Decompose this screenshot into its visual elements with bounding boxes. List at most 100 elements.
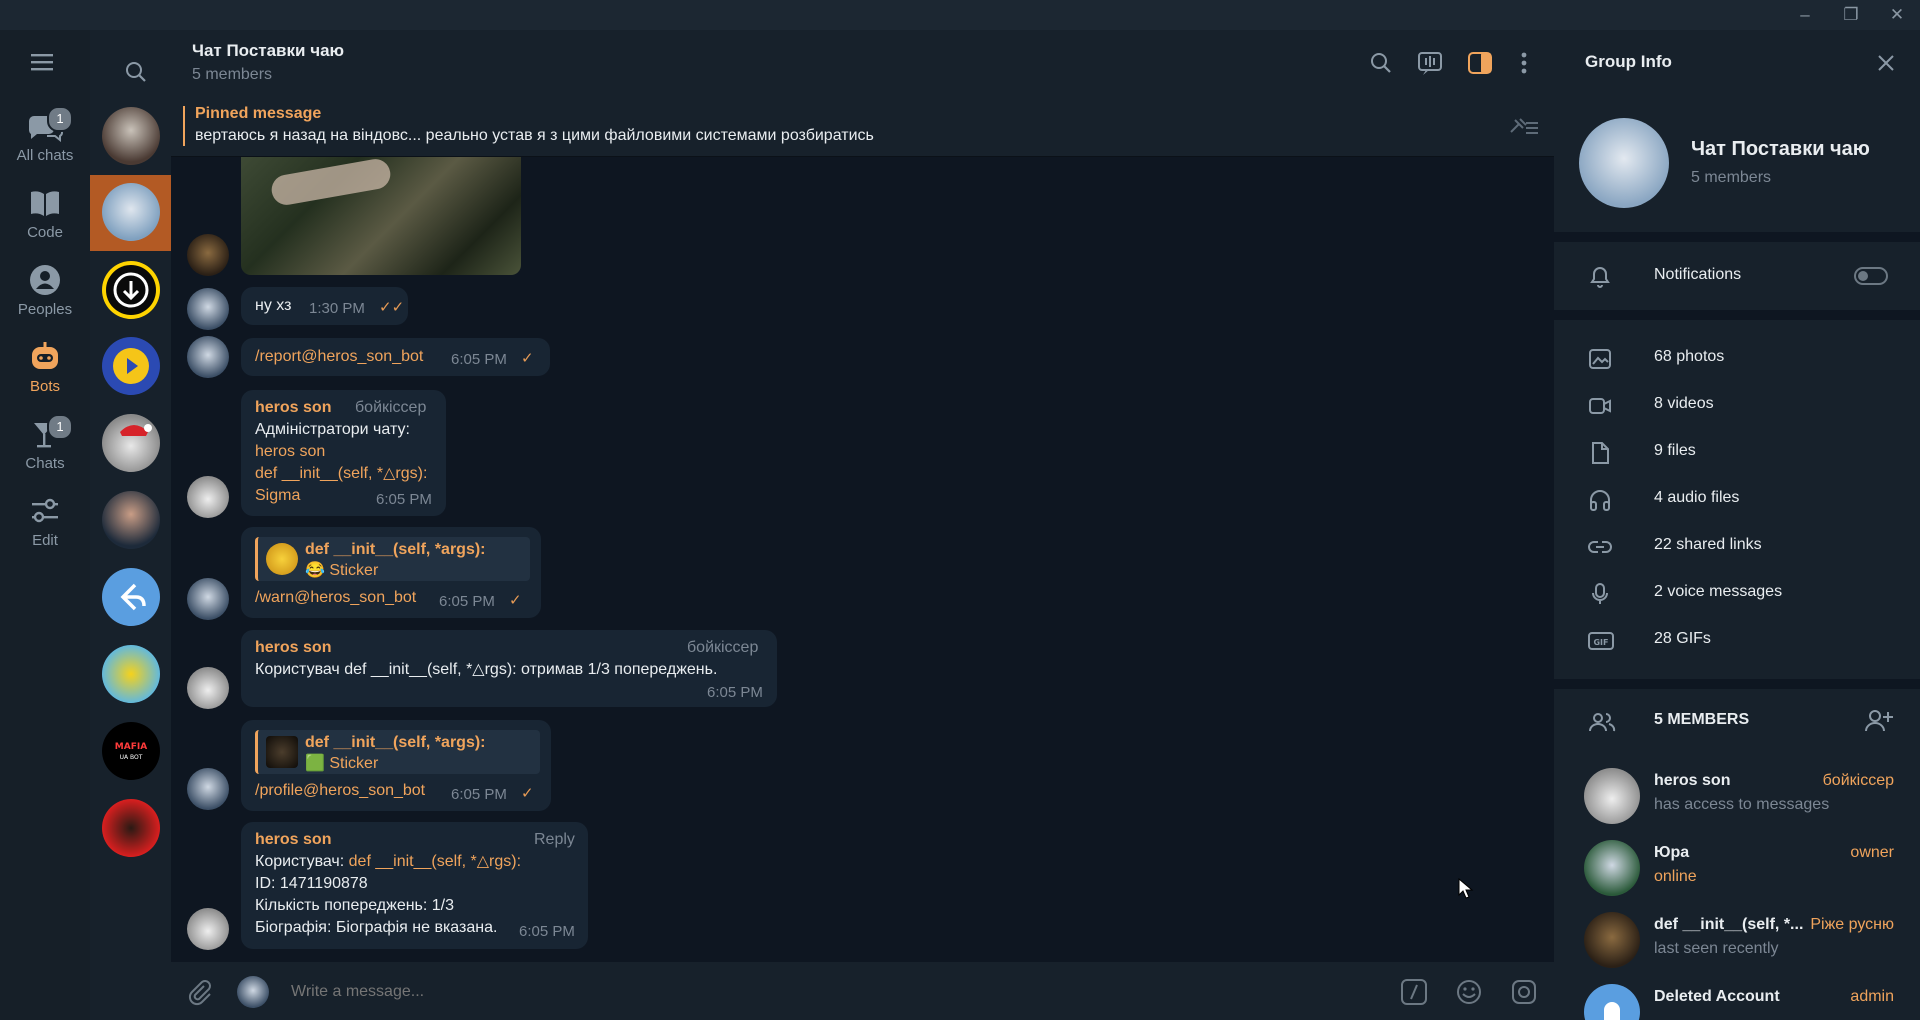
- add-member-icon[interactable]: [1863, 708, 1893, 734]
- media-voice-row[interactable]: 2 voice messages: [1554, 570, 1920, 616]
- notifications-row[interactable]: Notifications: [1554, 253, 1920, 299]
- folder-code[interactable]: Code: [0, 175, 90, 251]
- member-row[interactable]: Юра online owner: [1554, 832, 1920, 904]
- member-avatar: [1584, 912, 1640, 968]
- chat-avatar[interactable]: [102, 261, 160, 319]
- chat-avatar[interactable]: MAFIA UA BOT: [102, 722, 160, 780]
- restore-icon[interactable]: ❐: [1828, 0, 1874, 30]
- member-role: admin: [1850, 988, 1894, 1005]
- folder-label: Bots: [29, 378, 60, 395]
- sidebar-toggle-icon[interactable]: [1466, 50, 1494, 76]
- sender-name[interactable]: heros son: [255, 397, 331, 419]
- video-chat-icon[interactable]: [1416, 50, 1444, 76]
- chat-title[interactable]: Чат Поставки чаю: [192, 41, 344, 61]
- folder-edit[interactable]: Edit: [0, 483, 90, 559]
- chat-avatar[interactable]: [102, 337, 160, 395]
- sender-avatar[interactable]: [187, 234, 229, 276]
- pinned-message-bar[interactable]: Pinned message вертаюсь я назад на віндо…: [171, 98, 1554, 157]
- bot-command-link[interactable]: /report@heros_son_bot: [255, 346, 423, 368]
- search-icon[interactable]: [118, 54, 156, 92]
- folder-bots[interactable]: Bots: [0, 329, 90, 405]
- chat-avatar[interactable]: [102, 183, 160, 241]
- pinned-list-icon[interactable]: [1506, 114, 1542, 140]
- minimize-icon[interactable]: –: [1782, 0, 1828, 30]
- message-bubble[interactable]: heros son бойкіссер Адміністратори чату:…: [241, 390, 446, 516]
- message-bubble[interactable]: ну хз 1:30 PM ✓✓: [241, 287, 408, 325]
- media-audio-row[interactable]: 4 audio files: [1554, 476, 1920, 522]
- pinned-text: вертаюсь я назад на віндовс... реально у…: [195, 127, 874, 144]
- media-gifs-row[interactable]: GIF 28 GIFs: [1554, 617, 1920, 663]
- message-bubble[interactable]: def __init__(self, *args): 🟩 Sticker /pr…: [241, 720, 551, 811]
- photo-message[interactable]: [241, 157, 521, 275]
- sender-avatar[interactable]: [187, 288, 229, 330]
- message-time: 6:05 PM: [451, 351, 507, 368]
- sender-avatar[interactable]: [187, 578, 229, 620]
- sender-avatar[interactable]: [187, 476, 229, 518]
- more-vertical-icon[interactable]: [1514, 50, 1534, 76]
- reply-quote[interactable]: def __init__(self, *args): 🟩 Sticker: [255, 730, 540, 774]
- reply-label[interactable]: Reply: [534, 829, 575, 851]
- member-avatar: [1584, 984, 1640, 1020]
- notifications-label: Notifications: [1654, 266, 1742, 283]
- chat-avatar[interactable]: [102, 645, 160, 703]
- sender-avatar[interactable]: [187, 908, 229, 950]
- media-links-row[interactable]: 22 shared links: [1554, 523, 1920, 569]
- reply-quote[interactable]: def __init__(self, *args): 😂 Sticker: [255, 537, 530, 581]
- mention-link[interactable]: heros son: [255, 441, 325, 463]
- emoji-icon[interactable]: [1455, 978, 1483, 1006]
- chat-avatar[interactable]: [102, 568, 160, 626]
- camera-icon[interactable]: [1510, 978, 1538, 1006]
- mention-link[interactable]: def __init__(self, *△rgs):: [255, 463, 427, 485]
- folder-label: Chats: [25, 455, 65, 472]
- media-files-row[interactable]: 9 files: [1554, 429, 1920, 475]
- bot-commands-icon[interactable]: [1400, 978, 1428, 1006]
- member-status: has access to messages: [1654, 796, 1830, 813]
- chat-avatar[interactable]: [102, 491, 160, 549]
- folder-label: All chats: [16, 147, 74, 164]
- read-check-icon: ✓✓: [379, 299, 405, 316]
- media-photos-row[interactable]: 68 photos: [1554, 335, 1920, 381]
- sender-name[interactable]: heros son: [255, 637, 331, 659]
- mic-icon: [1588, 582, 1612, 606]
- reply-thumbnail: [266, 543, 298, 575]
- bot-command-link[interactable]: /warn@heros_son_bot: [255, 587, 416, 609]
- message-bubble[interactable]: /report@heros_son_bot 6:05 PM ✓: [241, 338, 550, 376]
- send-as-avatar[interactable]: [237, 976, 269, 1008]
- chat-avatar[interactable]: [102, 107, 160, 165]
- message-bubble[interactable]: heros son бойкіссер Користувач def __ini…: [241, 630, 777, 707]
- search-icon[interactable]: [1368, 50, 1394, 76]
- photo-icon: [1588, 347, 1612, 371]
- sender-name[interactable]: heros son: [255, 829, 331, 851]
- notifications-toggle[interactable]: [1854, 267, 1888, 285]
- member-row[interactable]: def __init__(self, *... last seen recent…: [1554, 904, 1920, 976]
- folder-all-chats[interactable]: 1 All chats: [0, 98, 90, 174]
- sender-avatar[interactable]: [187, 667, 229, 709]
- members-header: 5 MEMBERS: [1554, 698, 1920, 744]
- folder-peoples[interactable]: Peoples: [0, 252, 90, 328]
- message-input[interactable]: [289, 976, 1243, 1008]
- menu-icon[interactable]: [28, 50, 62, 76]
- message-bubble[interactable]: heros son Reply Користувач: def __init__…: [241, 822, 588, 949]
- chat-avatar[interactable]: [102, 414, 160, 472]
- close-window-icon[interactable]: ✕: [1874, 0, 1920, 30]
- sender-role: бойкіссер: [687, 639, 759, 656]
- close-icon[interactable]: [1873, 50, 1899, 76]
- chat-avatar[interactable]: [102, 799, 160, 857]
- message-line: Біографія: Біографія не вказана.: [255, 919, 498, 936]
- chat-subtitle: 5 members: [192, 66, 273, 83]
- message-bubble[interactable]: def __init__(self, *args): 😂 Sticker /wa…: [241, 527, 541, 618]
- group-avatar[interactable]: [1579, 118, 1669, 208]
- sender-avatar[interactable]: [187, 768, 229, 810]
- mention-link[interactable]: def __init__(self, *△rgs):: [349, 853, 521, 870]
- sender-avatar[interactable]: [187, 336, 229, 378]
- attach-icon[interactable]: [185, 978, 213, 1006]
- member-row[interactable]: Deleted Account admin: [1554, 976, 1920, 1020]
- member-name: Юра: [1654, 844, 1690, 861]
- member-row[interactable]: heros son has access to messages бойкісс…: [1554, 760, 1920, 832]
- media-videos-row[interactable]: 8 videos: [1554, 382, 1920, 428]
- bot-command-link[interactable]: /profile@heros_son_bot: [255, 780, 425, 802]
- chat-header[interactable]: Чат Поставки чаю 5 members: [171, 30, 1554, 99]
- bell-icon: [1588, 265, 1612, 289]
- mention-link[interactable]: Sigma: [255, 485, 300, 507]
- folder-chats[interactable]: 1 Chats: [0, 406, 90, 482]
